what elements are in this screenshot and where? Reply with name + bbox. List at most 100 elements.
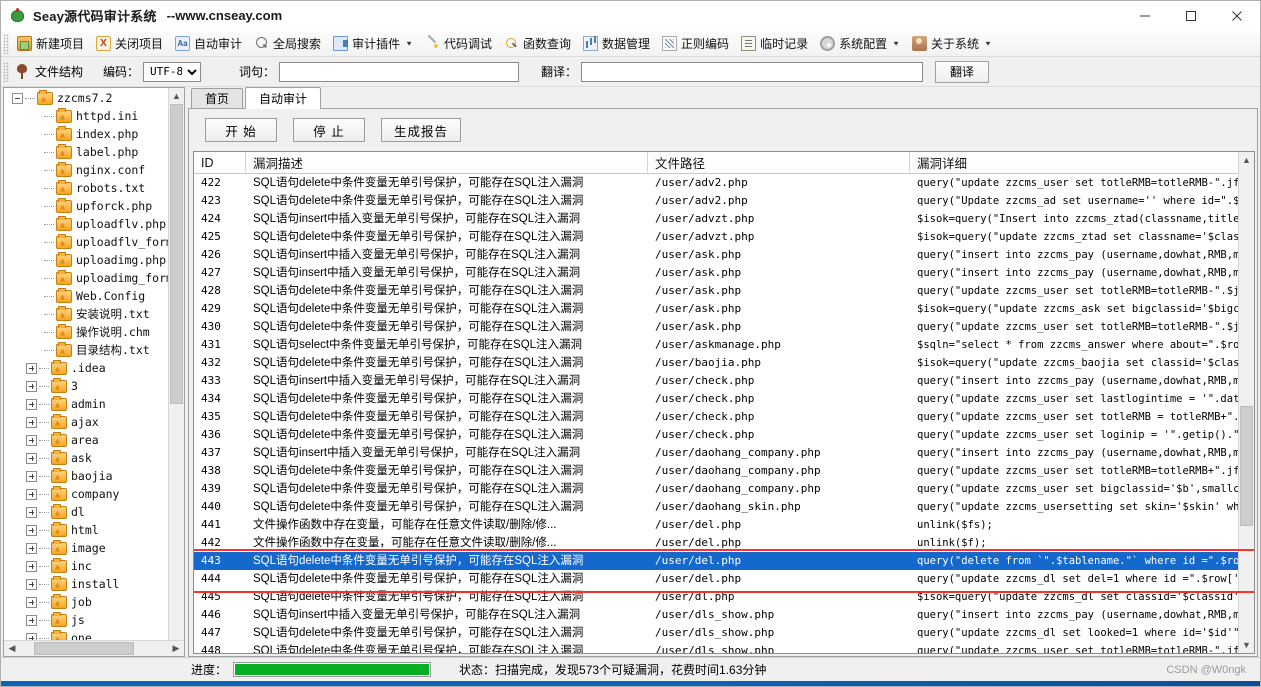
grid-body[interactable]: 422 SQL语句delete中条件变量无单引号保护，可能存在SQL注入漏洞/us…: [194, 174, 1254, 653]
tree-node[interactable]: ask: [4, 449, 184, 467]
table-row[interactable]: 448 SQL语句delete中条件变量无单引号保护，可能存在SQL注入漏洞/us…: [194, 642, 1254, 653]
tree-node[interactable]: .idea: [4, 359, 184, 377]
table-row[interactable]: 422 SQL语句delete中条件变量无单引号保护，可能存在SQL注入漏洞/us…: [194, 174, 1254, 192]
grid-vscroll-track[interactable]: [1239, 168, 1254, 637]
close-button[interactable]: [1214, 1, 1260, 31]
maximize-button[interactable]: [1168, 1, 1214, 31]
table-row[interactable]: 426 SQL语句insert中插入变量无单引号保护，可能存在SQL注入漏洞/us…: [194, 246, 1254, 264]
toolbar-temp-note[interactable]: 临时记录: [735, 33, 814, 55]
tree-node[interactable]: robots.txt: [4, 179, 184, 197]
column-header-id[interactable]: ID: [194, 152, 246, 173]
file-tree[interactable]: zzcms7.2 httpd.ini index.php label.php nginx…: [4, 88, 184, 640]
expand-icon[interactable]: [26, 362, 37, 374]
expand-icon[interactable]: [26, 416, 37, 428]
expand-icon[interactable]: [26, 434, 37, 446]
tree-node[interactable]: uploadimg.php: [4, 251, 184, 269]
tree-node[interactable]: area: [4, 431, 184, 449]
table-row[interactable]: 437 SQL语句insert中插入变量无单引号保护，可能存在SQL注入漏洞/us…: [194, 444, 1254, 462]
scroll-down-icon[interactable]: ▼: [1239, 637, 1254, 653]
table-row[interactable]: 428 SQL语句delete中条件变量无单引号保护，可能存在SQL注入漏洞/us…: [194, 282, 1254, 300]
toolbar-grip[interactable]: [3, 33, 9, 54]
table-row[interactable]: 440 SQL语句delete中条件变量无单引号保护，可能存在SQL注入漏洞/us…: [194, 498, 1254, 516]
tree-node[interactable]: 安装说明.txt: [4, 305, 184, 323]
table-row[interactable]: 447 SQL语句delete中条件变量无单引号保护，可能存在SQL注入漏洞/us…: [194, 624, 1254, 642]
toolbar-code-debug[interactable]: 代码调试: [419, 33, 498, 55]
toolbar-data-manage[interactable]: 数据管理: [577, 33, 656, 55]
expand-icon[interactable]: [26, 506, 37, 518]
tree-vscroll-track[interactable]: [169, 104, 184, 640]
table-row[interactable]: 439 SQL语句delete中条件变量无单引号保护，可能存在SQL注入漏洞/us…: [194, 480, 1254, 498]
tree-node[interactable]: js: [4, 611, 184, 629]
tree-node[interactable]: dl: [4, 503, 184, 521]
expand-icon[interactable]: [26, 488, 37, 500]
chevron-down-icon[interactable]: ▼: [405, 40, 413, 47]
chevron-down-icon[interactable]: ▼: [892, 40, 900, 47]
tree-node[interactable]: uploadflv_form.p: [4, 233, 184, 251]
tree-node[interactable]: baojia: [4, 467, 184, 485]
table-row[interactable]: 433 SQL语句insert中插入变量无单引号保护，可能存在SQL注入漏洞/us…: [194, 372, 1254, 390]
translate-input[interactable]: [581, 61, 924, 82]
table-row[interactable]: 443 SQL语句delete中条件变量无单引号保护，可能存在SQL注入漏洞/us…: [194, 552, 1254, 570]
column-header-path[interactable]: 文件路径: [648, 152, 910, 173]
table-row[interactable]: 436 SQL语句delete中条件变量无单引号保护，可能存在SQL注入漏洞/us…: [194, 426, 1254, 444]
table-row[interactable]: 429 SQL语句delete中条件变量无单引号保护，可能存在SQL注入漏洞/us…: [194, 300, 1254, 318]
expand-icon[interactable]: [26, 524, 37, 536]
collapse-icon[interactable]: [12, 92, 23, 104]
toolbar-about-system[interactable]: 关于系统 ▼: [906, 33, 998, 55]
toolbar-function-query[interactable]: 函数查询: [498, 33, 577, 55]
tree-node[interactable]: html: [4, 521, 184, 539]
tree-vertical-scrollbar[interactable]: ▲ ▼: [168, 88, 184, 656]
expand-icon[interactable]: [26, 632, 37, 640]
expand-icon[interactable]: [26, 398, 37, 410]
tree-node[interactable]: 目录结构.txt: [4, 341, 184, 359]
table-row[interactable]: 423 SQL语句delete中条件变量无单引号保护，可能存在SQL注入漏洞/us…: [194, 192, 1254, 210]
table-row[interactable]: 424 SQL语句insert中插入变量无单引号保护，可能存在SQL注入漏洞/us…: [194, 210, 1254, 228]
translate-button[interactable]: 翻译: [935, 60, 990, 83]
table-row[interactable]: 434 SQL语句delete中条件变量无单引号保护，可能存在SQL注入漏洞/us…: [194, 390, 1254, 408]
tree-node[interactable]: upforck.php: [4, 197, 184, 215]
tree-node[interactable]: one: [4, 629, 184, 640]
scroll-up-icon[interactable]: ▲: [1239, 152, 1254, 168]
scroll-right-icon[interactable]: ▶: [168, 641, 184, 656]
table-row[interactable]: 435 SQL语句delete中条件变量无单引号保护，可能存在SQL注入漏洞/us…: [194, 408, 1254, 426]
table-row[interactable]: 442 文件操作函数中存在变量，可能存在任意文件读取/删除/修... /user/d…: [194, 534, 1254, 552]
scroll-left-icon[interactable]: ◀: [4, 641, 20, 656]
table-row[interactable]: 445 SQL语句delete中条件变量无单引号保护，可能存在SQL注入漏洞/us…: [194, 588, 1254, 606]
expand-icon[interactable]: [26, 542, 37, 554]
table-row[interactable]: 427 SQL语句insert中插入变量无单引号保护，可能存在SQL注入漏洞/us…: [194, 264, 1254, 282]
expand-icon[interactable]: [26, 470, 37, 482]
toolbar-audit-plugin[interactable]: 审计插件 ▼: [327, 33, 419, 55]
column-header-desc[interactable]: 漏洞描述: [246, 152, 648, 173]
toolbar-global-search[interactable]: 全局搜索: [248, 33, 327, 55]
table-row[interactable]: 441 文件操作函数中存在变量，可能存在任意文件读取/删除/修... /user/d…: [194, 516, 1254, 534]
word-input[interactable]: [279, 61, 520, 82]
minimize-button[interactable]: [1122, 1, 1168, 31]
tab-home[interactable]: 首页: [191, 88, 244, 108]
tree-node[interactable]: job: [4, 593, 184, 611]
encoding-select[interactable]: UTF-8GBKGB2312BIG5ANSI: [143, 61, 202, 82]
tree-node[interactable]: company: [4, 485, 184, 503]
grid-vertical-scrollbar[interactable]: ▲ ▼: [1238, 152, 1254, 653]
tree-node[interactable]: 操作说明.chm: [4, 323, 184, 341]
tree-node[interactable]: ajax: [4, 413, 184, 431]
scroll-up-icon[interactable]: ▲: [169, 88, 184, 104]
tree-node[interactable]: inc: [4, 557, 184, 575]
table-row[interactable]: 446 SQL语句insert中插入变量无单引号保护，可能存在SQL注入漏洞/us…: [194, 606, 1254, 624]
tree-node[interactable]: httpd.ini: [4, 107, 184, 125]
tree-node[interactable]: admin: [4, 395, 184, 413]
tree-vscroll-thumb[interactable]: [170, 104, 183, 404]
grid-vscroll-thumb[interactable]: [1240, 406, 1253, 526]
start-button[interactable]: 开 始: [205, 118, 277, 142]
expand-icon[interactable]: [26, 380, 37, 392]
expand-icon[interactable]: [26, 560, 37, 572]
tree-node[interactable]: uploadimg_form.p: [4, 269, 184, 287]
table-row[interactable]: 438 SQL语句delete中条件变量无单引号保护，可能存在SQL注入漏洞/us…: [194, 462, 1254, 480]
tree-node[interactable]: uploadflv.php: [4, 215, 184, 233]
tree-node[interactable]: 3: [4, 377, 184, 395]
expand-icon[interactable]: [26, 596, 37, 608]
tree-hscroll-track[interactable]: [20, 641, 168, 656]
expand-icon[interactable]: [26, 452, 37, 464]
table-row[interactable]: 430 SQL语句delete中条件变量无单引号保护，可能存在SQL注入漏洞/us…: [194, 318, 1254, 336]
tree-node[interactable]: install: [4, 575, 184, 593]
column-header-detail[interactable]: 漏洞详细: [910, 152, 1254, 173]
